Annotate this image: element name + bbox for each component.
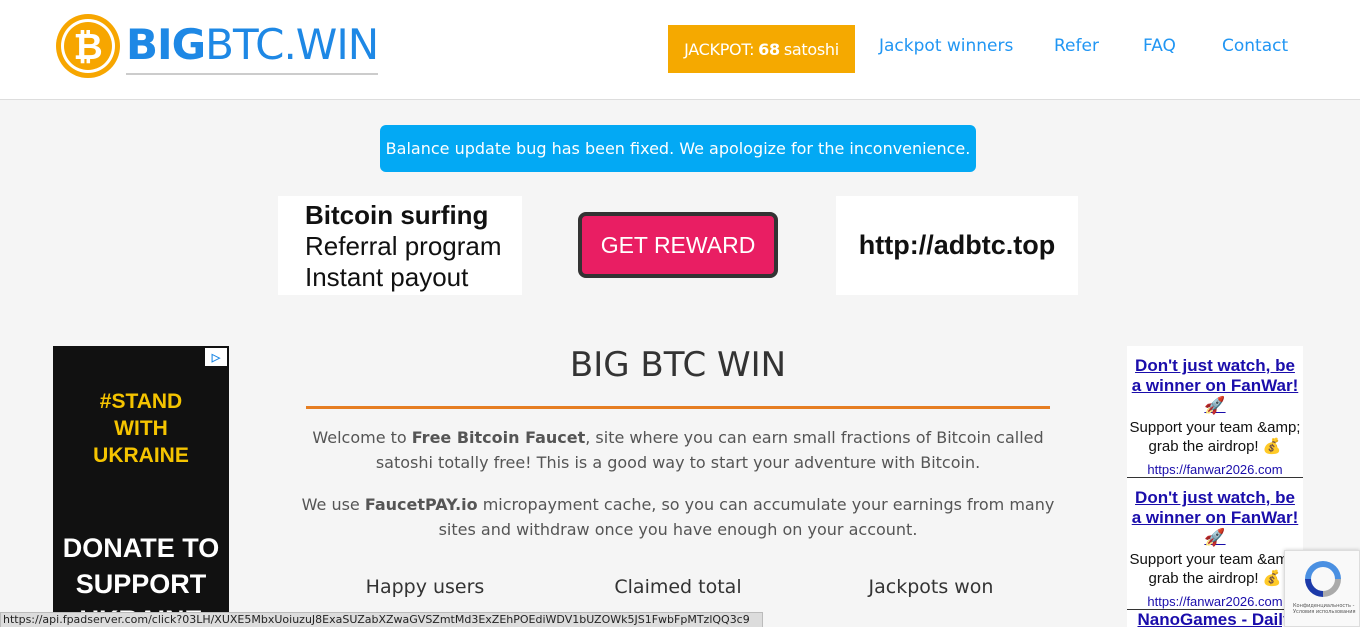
recaptcha-badge[interactable]: Конфиденциальность - Условия использован… — [1284, 550, 1360, 627]
site-header: ₿ BIGBTC.WIN JACKPOT: 68 satoshi Jackpot… — [0, 0, 1360, 100]
stat-jackpots-won: Jackpots won — [868, 576, 994, 598]
ad-headline[interactable]: NanoGames - Daily — [1127, 610, 1303, 627]
bitcoin-coin-icon: ₿ — [56, 14, 120, 78]
page-title: BIG BTC WIN — [569, 345, 787, 385]
intro-paragraph: Welcome to Free Bitcoin Faucet, site whe… — [312, 428, 1044, 472]
ad-body: Support your team &amp; grab the airdrop… — [1129, 551, 1301, 587]
right-ad-fanwar-1[interactable]: Don't just watch, be a winner on FanWar!… — [1127, 346, 1303, 477]
site-logo[interactable]: ₿ BIGBTC.WIN — [54, 10, 379, 82]
jackpot-amount: 68 — [758, 39, 780, 59]
banner-line-3: Instant payout — [305, 262, 469, 292]
ad-headline[interactable]: Don't just watch, be a winner on FanWar!… — [1127, 356, 1303, 416]
notice-alert: Balance update bug has been fixed. We ap… — [380, 125, 976, 172]
ad-url[interactable]: https://fanwar2026.com — [1127, 462, 1303, 477]
get-reward-button[interactable]: GET REWARD — [578, 212, 778, 278]
adbtc-banner-url[interactable]: http://adbtc.top — [836, 196, 1078, 295]
ad-url[interactable]: https://fanwar2026.com — [1127, 594, 1303, 609]
svg-text:₿: ₿ — [73, 27, 102, 68]
faucetpay-link[interactable]: FaucetPAY.io — [365, 495, 478, 514]
browser-status-url: https://api.fpadserver.com/click?03LH/XU… — [0, 612, 763, 627]
faucet-name: Free Bitcoin Faucet — [411, 428, 586, 447]
stand-with-ukraine-text: #STAND WITH UKRAINE — [93, 390, 189, 467]
jackpot-label: JACKPOT: — [684, 39, 755, 59]
nav-jackpot-winners[interactable]: Jackpot winners — [879, 36, 1013, 56]
banner-line-2: Referral program — [305, 231, 502, 261]
nav-faq[interactable]: FAQ — [1143, 36, 1176, 56]
nav-contact[interactable]: Contact — [1222, 36, 1288, 56]
right-ad-fanwar-2[interactable]: Don't just watch, be a winner on FanWar!… — [1127, 478, 1303, 609]
stat-claimed-total: Claimed total — [614, 576, 742, 598]
jackpot-badge: JACKPOT: 68 satoshi — [668, 25, 855, 73]
faucetpay-paragraph: We use FaucetPAY.io micropayment cache, … — [301, 495, 1055, 539]
jackpot-unit: satoshi — [783, 39, 839, 59]
recaptcha-icon — [1305, 561, 1341, 597]
adchoices-icon[interactable]: ▷ — [205, 348, 227, 366]
banner-line-1: Bitcoin surfing — [305, 200, 489, 230]
nav-refer[interactable]: Refer — [1054, 36, 1099, 56]
logo-wordmark: BIGBTC.WIN — [126, 17, 379, 75]
adbtc-banner-button-area: GET REWARD — [522, 196, 836, 295]
right-ad-nanogames[interactable]: NanoGames - Daily — [1127, 610, 1303, 627]
ad-body: Support your team &amp; grab the airdrop… — [1129, 419, 1301, 455]
stat-happy-users: Happy users — [365, 576, 485, 598]
ad-headline[interactable]: Don't just watch, be a winner on FanWar!… — [1127, 488, 1303, 548]
adbtc-banner-text[interactable]: Bitcoin surfing Referral program Instant… — [278, 196, 522, 295]
left-ad-ukraine[interactable]: ▷ #STAND WITH UKRAINE DONATE TO SUPPORT … — [53, 346, 229, 627]
recaptcha-terms[interactable]: Конфиденциальность - Условия использован… — [1293, 603, 1357, 615]
title-divider — [306, 406, 1050, 409]
